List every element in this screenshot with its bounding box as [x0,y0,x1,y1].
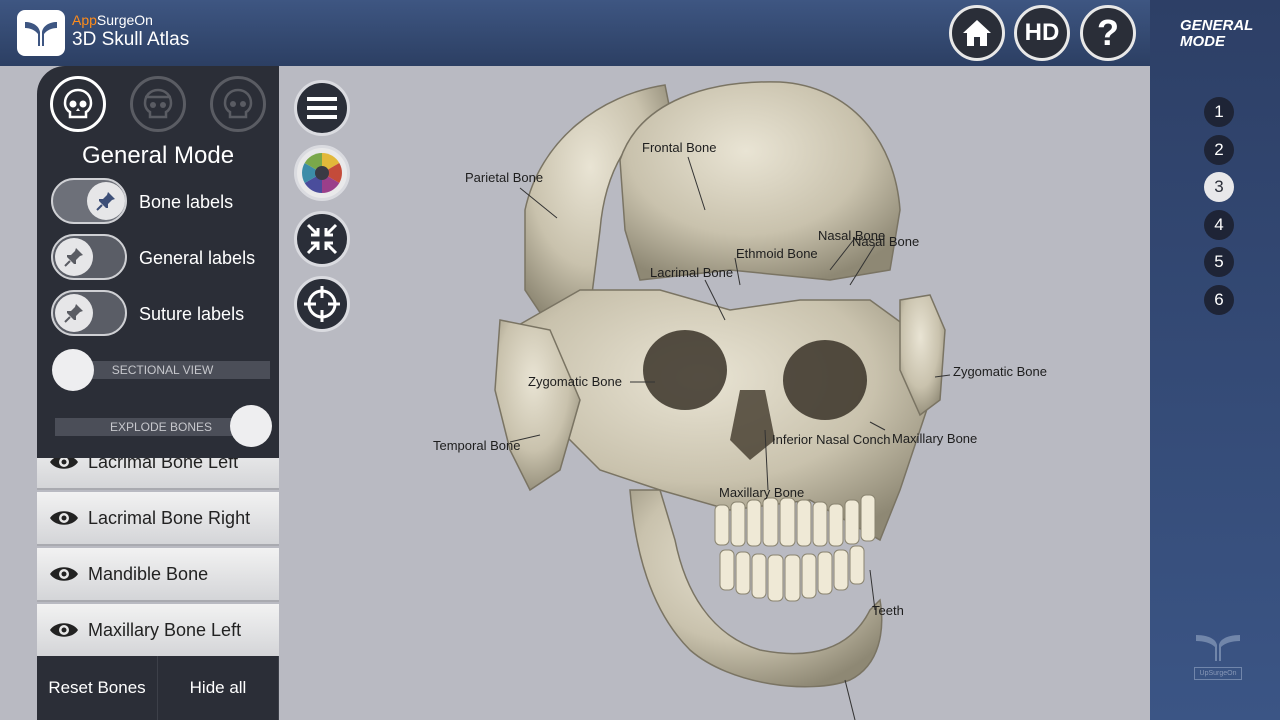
eye-icon[interactable] [48,620,80,640]
suture-labels-label: Suture labels [139,304,245,324]
bone-name: Lacrimal Bone Left [88,458,239,472]
skull-icon [63,88,93,119]
skull-mode-internal-button[interactable] [210,76,266,132]
bone-list: Lacrimal Bone Left Lacrimal Bone Right M… [37,458,279,656]
label-frontal-bone: Frontal Bone [642,140,717,155]
mode-title-line1: GENERAL [1180,17,1254,34]
general-labels-toggle[interactable] [51,234,127,280]
recenter-button[interactable] [294,276,350,332]
bottom-buttons: Reset Bones Hide all [37,656,279,720]
explode-bones-knob[interactable] [230,405,272,447]
label-lacrimal-bone: Lacrimal Bone [650,265,734,280]
general-labels-label: General labels [139,248,256,268]
mode-title-line2: MODE [1180,33,1225,50]
color-wheel-icon [302,153,342,193]
hd-button[interactable]: HD [1014,5,1070,61]
bone-labels-toggle[interactable] [51,178,127,224]
home-button[interactable] [949,5,1005,61]
home-icon [963,20,991,46]
label-maxillary-bone-center: Maxillary Bone [719,485,805,500]
step-list: 1 2 3 4 5 6 [1204,97,1234,323]
bone-labels-label: Bone labels [139,192,234,212]
hide-all-button[interactable]: Hide all [158,656,279,720]
pin-icon [55,238,93,276]
brand-app: App [72,12,97,28]
eye-icon[interactable] [48,564,80,584]
skull-3d-view[interactable] [430,70,990,720]
brand-name: SurgeOn [96,12,153,28]
hd-label: HD [1024,19,1060,46]
suture-labels-toggle[interactable] [51,290,127,336]
step-button-3[interactable]: 3 [1204,172,1234,203]
app-title: 3D Skull Atlas [72,29,190,50]
bone-name: Lacrimal Bone Right [88,507,251,528]
menu-button[interactable] [294,80,350,136]
menu-icon [307,97,337,119]
skull-internal-icon [223,88,253,119]
collapse-button[interactable] [294,211,350,267]
collapse-arrows-icon [306,223,338,255]
step-button-1[interactable]: 1 [1204,97,1234,127]
app-brand: AppSurgeOn 3D Skull Atlas [72,12,189,51]
app-logo [17,10,65,56]
bone-name: Maxillary Bone Left [88,619,242,640]
pin-icon [55,294,93,332]
right-sidebar: GENERAL MODE 1 2 3 4 5 6 UpSurgeOn [1150,0,1280,720]
top-bar: AppSurgeOn 3D Skull Atlas HD ? [0,0,1150,66]
skull-section-icon [143,88,173,119]
step-button-5[interactable]: 5 [1204,247,1234,278]
eye-icon[interactable] [48,508,80,528]
label-ethmoid-bone: Ethmoid Bone [736,246,818,261]
list-item[interactable]: Mandible Bone [37,548,279,602]
crosshair-icon [304,286,340,322]
list-item[interactable]: Lacrimal Bone Right [37,492,279,546]
step-button-2[interactable]: 2 [1204,134,1234,165]
watermark-logo: UpSurgeOn [1194,633,1242,680]
help-icon: ? [1097,12,1119,53]
label-teeth: Teeth [872,603,904,618]
list-item[interactable]: Maxillary Bone Left [37,604,279,656]
mode-title: GENERAL MODE [1180,18,1253,50]
list-item[interactable]: Lacrimal Bone Left [37,458,279,490]
label-nasal-bone-2: Nasal Bone [852,234,920,249]
skull-mode-general-button[interactable] [50,76,106,132]
label-maxillary-bone-right: Maxillary Bone [892,431,978,446]
label-zygomatic-bone-right: Zygomatic Bone [953,364,1047,379]
eye-icon[interactable] [48,458,80,472]
color-wheel-button[interactable] [294,145,350,201]
bone-name: Mandible Bone [88,563,209,584]
label-inferior-nasal-conch: Inferior Nasal Conch [772,432,891,447]
step-button-6[interactable]: 6 [1204,284,1234,315]
reset-bones-button[interactable]: Reset Bones [37,656,158,720]
watermark-text: UpSurgeOn [1194,667,1242,680]
sectional-view-knob[interactable] [52,349,94,391]
control-panel: General Mode Bone labels General labels … [37,66,279,458]
help-button[interactable]: ? [1080,5,1136,61]
pin-icon [87,182,125,220]
step-button-4[interactable]: 4 [1204,209,1234,240]
skull-mode-section-button[interactable] [130,76,186,132]
panel-mode-title: General Mode [81,142,235,169]
skull-model[interactable]: Frontal Bone Parietal Bone Nasal Bone Na… [430,70,1047,720]
label-zygomatic-bone-left: Zygomatic Bone [528,374,622,389]
label-temporal-bone: Temporal Bone [433,438,521,453]
label-parietal-bone: Parietal Bone [465,170,544,185]
